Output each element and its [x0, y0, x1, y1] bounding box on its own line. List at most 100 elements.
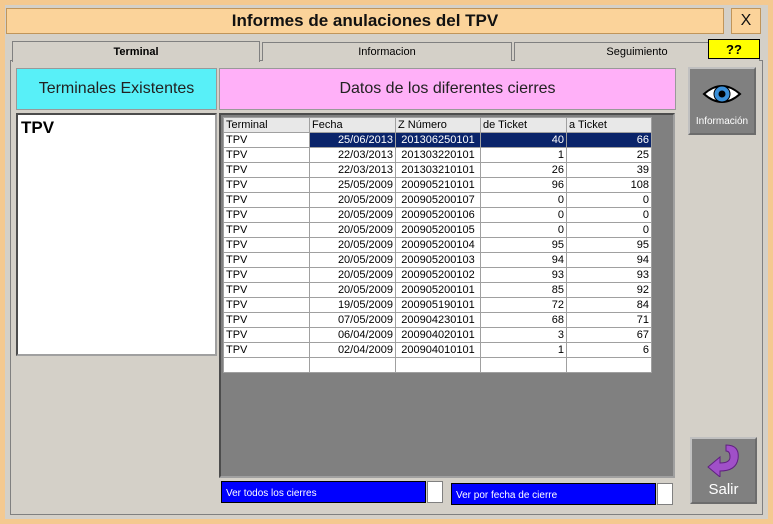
table-cell: 96 [480, 177, 567, 193]
table-cell: 20/05/2009 [309, 282, 396, 298]
table-row[interactable]: TPV 02/04/2009 200904010101 1 6 [223, 342, 652, 358]
terminal-list[interactable]: TPV [16, 113, 217, 356]
table-row[interactable]: TPV 25/05/2009 200905210101 96 108 [223, 177, 652, 193]
table-row[interactable]: TPV 06/04/2009 200904020101 3 67 [223, 327, 652, 343]
table-row[interactable]: TPV 22/03/2013 201303220101 1 25 [223, 147, 652, 163]
exit-arrow-icon [706, 444, 739, 477]
table-cell: 19/05/2009 [309, 297, 396, 313]
closings-table: Terminal Fecha Z Número de Ticket a Tick… [223, 117, 652, 373]
table-row[interactable]: TPV 22/03/2013 201303210101 26 39 [223, 162, 652, 178]
table-cell [480, 357, 567, 373]
closings-header: Datos de los diferentes cierres [219, 68, 676, 110]
table-cell: 200905200103 [395, 252, 481, 268]
table-cell: 07/05/2009 [309, 312, 396, 328]
table-cell: 201306250101 [395, 132, 481, 148]
table-cell: 26 [480, 162, 567, 178]
table-cell: TPV [223, 132, 310, 148]
table-cell: 1 [480, 342, 567, 358]
table-cell: TPV [223, 342, 310, 358]
table-cell: 67 [566, 327, 652, 343]
col-terminal[interactable]: Terminal [223, 117, 310, 133]
table-cell: TPV [223, 162, 310, 178]
table-cell: 0 [480, 192, 567, 208]
view-all-closings-checkbox[interactable] [427, 481, 443, 503]
table-cell: TPV [223, 267, 310, 283]
table-cell [309, 357, 396, 373]
table-cell: 22/03/2013 [309, 162, 396, 178]
col-z-numero[interactable]: Z Número [395, 117, 481, 133]
table-cell: TPV [223, 312, 310, 328]
table-cell: 0 [480, 222, 567, 238]
table-cell: 0 [566, 222, 652, 238]
table-cell: 85 [480, 282, 567, 298]
tab-terminal[interactable]: Terminal [12, 41, 260, 62]
col-de-ticket[interactable]: de Ticket [480, 117, 567, 133]
view-by-date-label: Ver por fecha de cierre [456, 490, 558, 501]
table-cell: TPV [223, 237, 310, 253]
closings-grid[interactable]: Terminal Fecha Z Número de Ticket a Tick… [219, 113, 675, 478]
table-row[interactable]: TPV 07/05/2009 200904230101 68 71 [223, 312, 652, 328]
table-row[interactable]: TPV 20/05/2009 200905200103 94 94 [223, 252, 652, 268]
table-row[interactable]: TPV 19/05/2009 200905190101 72 84 [223, 297, 652, 313]
table-cell: 20/05/2009 [309, 207, 396, 223]
col-fecha[interactable]: Fecha [309, 117, 396, 133]
table-cell: TPV [223, 177, 310, 193]
table-cell: 68 [480, 312, 567, 328]
table-cell: 84 [566, 297, 652, 313]
help-button[interactable]: ?? [708, 39, 760, 59]
table-row[interactable]: TPV 20/05/2009 200905200101 85 92 [223, 282, 652, 298]
table-row[interactable]: TPV 20/05/2009 200905200107 0 0 [223, 192, 652, 208]
table-cell: 94 [480, 252, 567, 268]
table-row[interactable]: TPV 20/05/2009 200905200106 0 0 [223, 207, 652, 223]
view-all-closings-label: Ver todos los cierres [226, 488, 317, 499]
table-cell: 200905190101 [395, 297, 481, 313]
window-title: Informes de anulaciones del TPV [6, 8, 724, 34]
table-cell: 22/03/2013 [309, 147, 396, 163]
table-cell: 39 [566, 162, 652, 178]
table-cell: 20/05/2009 [309, 267, 396, 283]
close-button[interactable]: X [731, 8, 761, 34]
table-row[interactable]: TPV 25/06/2013 201306250101 40 66 [223, 132, 652, 148]
table-cell: 95 [480, 237, 567, 253]
info-button-label: Información [695, 116, 749, 127]
table-row[interactable]: TPV 20/05/2009 200905200104 95 95 [223, 237, 652, 253]
table-cell: 20/05/2009 [309, 252, 396, 268]
view-by-date-checkbox[interactable] [657, 483, 673, 505]
exit-button-label: Salir [708, 481, 739, 498]
col-a-ticket[interactable]: a Ticket [566, 117, 652, 133]
view-by-date-button[interactable]: Ver por fecha de cierre [451, 483, 673, 505]
terminals-header: Terminales Existentes [16, 68, 217, 110]
table-cell: 0 [480, 207, 567, 223]
table-row[interactable]: TPV 20/05/2009 200905200102 93 93 [223, 267, 652, 283]
table-cell: 95 [566, 237, 652, 253]
table-cell: 20/05/2009 [309, 222, 396, 238]
table-row-empty[interactable] [223, 357, 652, 373]
info-button[interactable]: Información [688, 67, 756, 135]
table-cell: 200905200102 [395, 267, 481, 283]
table-cell: 25 [566, 147, 652, 163]
table-cell: TPV [223, 147, 310, 163]
table-cell [395, 357, 481, 373]
table-cell: 200905210101 [395, 177, 481, 193]
table-cell: 200905200104 [395, 237, 481, 253]
table-cell: 200905200106 [395, 207, 481, 223]
table-row[interactable]: TPV 20/05/2009 200905200105 0 0 [223, 222, 652, 238]
tab-informacion[interactable]: Informacion [262, 42, 512, 61]
table-cell: TPV [223, 297, 310, 313]
terminal-list-item[interactable]: TPV [18, 115, 215, 141]
table-cell: 71 [566, 312, 652, 328]
table-cell: 40 [480, 132, 567, 148]
table-cell: 201303210101 [395, 162, 481, 178]
table-cell: TPV [223, 327, 310, 343]
view-all-closings-button[interactable]: Ver todos los cierres [221, 481, 443, 503]
table-cell: 0 [566, 192, 652, 208]
table-cell: 93 [566, 267, 652, 283]
table-cell: 108 [566, 177, 652, 193]
table-cell: 200904010101 [395, 342, 481, 358]
table-cell: 200904020101 [395, 327, 481, 343]
exit-button[interactable]: Salir [690, 437, 757, 504]
table-cell: 25/05/2009 [309, 177, 396, 193]
table-cell: 1 [480, 147, 567, 163]
table-cell: 0 [566, 207, 652, 223]
table-cell: TPV [223, 282, 310, 298]
